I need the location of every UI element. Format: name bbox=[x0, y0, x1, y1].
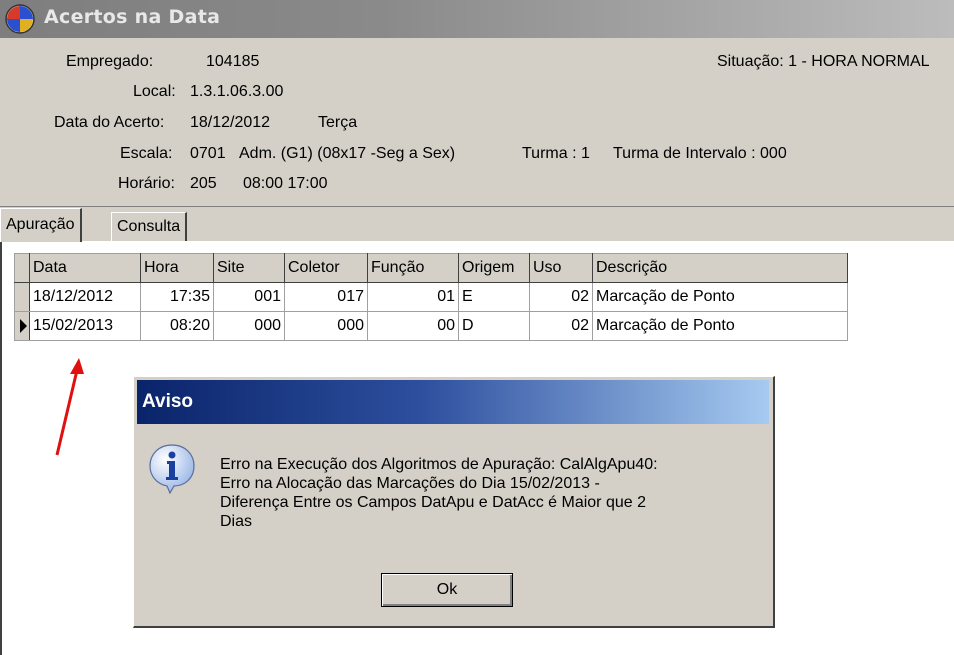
horario-value: 205 bbox=[190, 175, 217, 192]
empregado-value: 104185 bbox=[206, 53, 260, 70]
dialog-title: Aviso bbox=[142, 391, 194, 412]
cell-descricao[interactable]: Marcação de Ponto bbox=[592, 311, 848, 341]
cell-descricao[interactable]: Marcação de Ponto bbox=[592, 282, 848, 312]
column-header-origem[interactable]: Origem bbox=[458, 253, 530, 283]
tab-apuracao[interactable]: Apuração bbox=[0, 208, 82, 242]
local-value: 1.3.1.06.3.00 bbox=[190, 83, 284, 100]
dialog-message: Erro na Execução dos Algoritmos de Apura… bbox=[220, 455, 740, 531]
tab-consulta[interactable]: Consulta bbox=[111, 212, 188, 241]
escala-label: Escala: bbox=[120, 145, 173, 162]
row-indicator-header bbox=[14, 253, 30, 283]
dialog-title-bar[interactable]: Aviso bbox=[137, 380, 769, 424]
grid-header-row: Data Hora Site Coletor Função Origem Uso… bbox=[14, 253, 848, 283]
row-indicator[interactable] bbox=[14, 282, 30, 312]
column-header-data[interactable]: Data bbox=[29, 253, 141, 283]
red-arrow-icon bbox=[55, 358, 84, 456]
marcacoes-grid[interactable]: Data Hora Site Coletor Função Origem Uso… bbox=[14, 253, 848, 341]
cell-hora[interactable]: 08:20 bbox=[140, 311, 214, 341]
employee-header-panel: Empregado: 104185 Situação: 1 - HORA NOR… bbox=[0, 38, 954, 207]
cell-coletor[interactable]: 000 bbox=[284, 311, 368, 341]
dialog-message-line: Dias bbox=[220, 513, 253, 530]
turma-intervalo-text: Turma de Intervalo : 000 bbox=[613, 145, 787, 162]
cell-data[interactable]: 18/12/2012 bbox=[29, 282, 141, 312]
cell-coletor[interactable]: 017 bbox=[284, 282, 368, 312]
escala-description: Adm. (G1) (08x17 -Seg a Sex) bbox=[239, 145, 456, 162]
current-row-pointer-icon bbox=[20, 319, 27, 333]
cell-site[interactable]: 001 bbox=[213, 282, 285, 312]
dialog-message-line: Diferença Entre os Campos DatApu e DatAc… bbox=[220, 494, 646, 511]
data-acerto-value: 18/12/2012 bbox=[190, 114, 271, 131]
cell-origem[interactable]: E bbox=[458, 282, 530, 312]
horario-label: Horário: bbox=[118, 175, 175, 192]
cell-uso[interactable]: 02 bbox=[529, 282, 593, 312]
ok-button[interactable]: Ok bbox=[381, 573, 513, 607]
table-row-current[interactable]: 15/02/2013 08:20 000 000 00 D 02 Marcaçã… bbox=[14, 311, 848, 341]
window-title-bar[interactable]: Acertos na Data bbox=[0, 0, 954, 38]
row-indicator-current[interactable] bbox=[14, 311, 30, 341]
table-row[interactable]: 18/12/2012 17:35 001 017 01 E 02 Marcaçã… bbox=[14, 282, 848, 312]
column-header-funcao[interactable]: Função bbox=[367, 253, 459, 283]
cell-hora[interactable]: 17:35 bbox=[140, 282, 214, 312]
info-icon bbox=[149, 444, 195, 495]
local-label: Local: bbox=[133, 83, 176, 100]
column-header-descricao[interactable]: Descrição bbox=[592, 253, 848, 283]
dialog-message-line: Erro na Execução dos Algoritmos de Apura… bbox=[220, 456, 658, 473]
cell-funcao[interactable]: 00 bbox=[367, 311, 459, 341]
empregado-label: Empregado: bbox=[66, 53, 154, 70]
app-logo-icon bbox=[5, 4, 35, 34]
data-acerto-weekday: Terça bbox=[318, 114, 358, 131]
window-title: Acertos na Data bbox=[44, 6, 221, 28]
column-header-coletor[interactable]: Coletor bbox=[284, 253, 368, 283]
escala-value: 0701 bbox=[190, 145, 226, 162]
cell-funcao[interactable]: 01 bbox=[367, 282, 459, 312]
dialog-message-line: Erro na Alocação das Marcações do Dia 15… bbox=[220, 475, 600, 492]
column-header-uso[interactable]: Uso bbox=[529, 253, 593, 283]
cell-site[interactable]: 000 bbox=[213, 311, 285, 341]
column-header-hora[interactable]: Hora bbox=[140, 253, 214, 283]
column-header-site[interactable]: Site bbox=[213, 253, 285, 283]
horario-times: 08:00 17:00 bbox=[243, 175, 328, 192]
situacao-text: Situação: 1 - HORA NORMAL bbox=[717, 53, 930, 70]
data-acerto-label: Data do Acerto: bbox=[54, 114, 165, 131]
cell-data[interactable]: 15/02/2013 bbox=[29, 311, 141, 341]
aviso-dialog[interactable]: Aviso Erro na Execução dos Algoritmos de… bbox=[133, 376, 775, 628]
cell-uso[interactable]: 02 bbox=[529, 311, 593, 341]
turma-text: Turma : 1 bbox=[522, 145, 590, 162]
cell-origem[interactable]: D bbox=[458, 311, 530, 341]
